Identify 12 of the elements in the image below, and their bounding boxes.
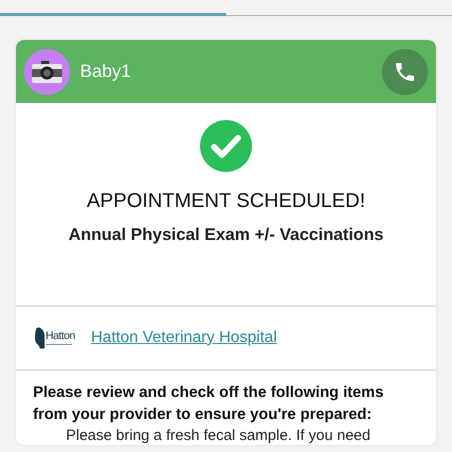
checkmark-icon [200, 120, 252, 172]
patient-name: Baby1 [80, 61, 132, 82]
checklist-item: Please bring a fresh fecal sample. If you need [65, 427, 372, 445]
logo-text: Hatton [46, 331, 75, 342]
tab-underline[interactable] [226, 15, 452, 16]
checklist-intro: Please review and check off the following items from your provider to ensure you're prepared: [33, 383, 385, 425]
provider-link[interactable]: Hatton Veterinary Hospital [91, 329, 277, 347]
call-button[interactable] [382, 48, 428, 94]
service-name: Annual Physical Exam +/- Vaccinations [68, 225, 384, 245]
confirmation-title: APPOINTMENT SCHEDULED! [86, 190, 366, 213]
tab-underline[interactable] [0, 13, 226, 16]
camera-icon [32, 60, 62, 82]
